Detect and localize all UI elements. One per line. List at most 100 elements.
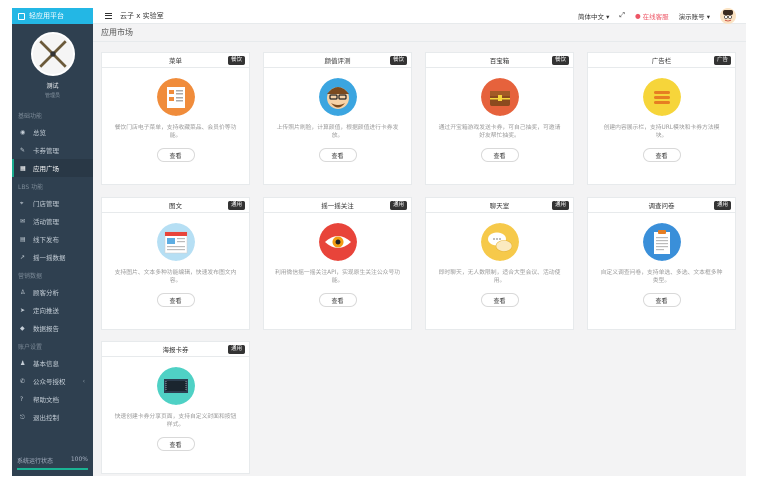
card-header: 百宝箱 餐饮: [426, 53, 573, 68]
sidebar-item-label: 基本信息: [33, 360, 59, 368]
help-icon: ?: [20, 395, 24, 403]
card-header: 调查问卷 通用: [588, 198, 735, 213]
face-icon: [318, 78, 357, 116]
account-menu[interactable]: 演示账号 ▾: [679, 11, 710, 21]
app-root: 轻应用平台 测试 管理员 基础功能 ◉ 总览 ✎ 卡券管理 ▦ 应用广场 LBS 功能 ⌖ 门店管…: [0, 0, 758, 486]
sidebar-item[interactable]: ✆ 公众号授权 ‹: [12, 372, 93, 390]
person-icon: ♟: [20, 359, 26, 367]
main-content: 应用市场 菜单 餐饮 餐饮门店电子菜单，支持收藏菜品、会员价等功能。 查看 颜值…: [93, 24, 746, 476]
sidebar-item[interactable]: ? 帮助文档: [12, 390, 93, 408]
chart-icon: ↗: [20, 253, 26, 261]
card-title: 百宝箱: [489, 57, 510, 65]
wechat-icon: ✆: [20, 377, 26, 385]
sidebar-item-label: 退出控制: [33, 414, 59, 422]
coupon-icon: ✎: [20, 146, 26, 154]
card-header: 菜单 餐饮: [102, 53, 249, 68]
card-header: 海报卡券 通用: [102, 342, 249, 357]
card-title: 摇一摇关注: [321, 202, 354, 210]
sidebar-item[interactable]: ◆ 数据报告: [12, 319, 93, 337]
view-button[interactable]: 查看: [156, 293, 195, 307]
category-badge: 广告: [713, 56, 731, 65]
sidebar-item[interactable]: ✎ 卡券管理: [12, 141, 93, 159]
page-title: 应用市场: [101, 28, 133, 37]
view-button[interactable]: 查看: [642, 293, 681, 307]
card-header: 颜值评测 餐饮: [264, 53, 411, 68]
card-title: 图文: [169, 202, 182, 210]
view-button[interactable]: 查看: [156, 437, 195, 451]
poster-icon: [156, 367, 195, 405]
sidebar-item[interactable]: ➤ 定向推送: [12, 301, 93, 319]
card-description: 即时聊天，无人数限制，适合大型会议、活动使用。: [438, 270, 561, 284]
menu-icon: [156, 78, 195, 116]
view-button[interactable]: 查看: [318, 293, 357, 307]
app-card: 聊天室 通用 即时聊天，无人数限制，适合大型会议、活动使用。 查看: [425, 197, 574, 330]
app-card: 图文 通用 支持图片、文本多种功能编辑，快速发布图文内容。 查看: [101, 197, 250, 330]
app-card: 调查问卷 通用 自定义调查问卷，支持单选、多选、文本框多种类型。 查看: [587, 197, 736, 330]
header-actions: 简体中文 ▾ ⤢ ● 在线客服 演示账号 ▾: [578, 7, 746, 24]
diamond-icon: ◆: [20, 324, 25, 332]
card-title: 颜值评测: [324, 57, 351, 65]
sidebar-item[interactable]: ◉ 总览: [12, 123, 93, 141]
account-label: 演示账号: [678, 12, 705, 21]
card-title: 调查问卷: [648, 202, 675, 210]
brand[interactable]: 轻应用平台: [12, 8, 93, 24]
ad-icon: [642, 78, 681, 116]
online-service-link[interactable]: ● 在线客服: [635, 11, 669, 21]
chat-icon: [480, 223, 519, 261]
app-card: 颜值评测 餐饮 上传照片刷脸，计算颜值，根据颜值进行卡券发放。 查看: [263, 52, 412, 185]
sidebar-item-label: 门店管理: [33, 200, 59, 208]
category-badge: 通用: [227, 201, 245, 210]
sidebar-item[interactable]: ⌖ 门店管理: [12, 194, 93, 212]
sidebar-item[interactable]: ✉ 活动管理: [12, 212, 93, 230]
sidebar-item[interactable]: ↗ 摇一摇数据: [12, 248, 93, 266]
sidebar-item[interactable]: ▤ 线下发布: [12, 230, 93, 248]
system-status: 系统运行状态 100%: [12, 456, 93, 470]
sidebar-item[interactable]: ♙ 顾客分析: [12, 283, 93, 301]
sidebar-section-title: 基础功能: [18, 113, 43, 120]
view-button[interactable]: 查看: [318, 148, 357, 162]
status-label: 系统运行状态: [17, 458, 54, 465]
sidebar-item[interactable]: ▦ 应用广场: [12, 159, 93, 177]
sidebar-item-label: 帮助文档: [33, 396, 59, 404]
sidebar-item-label: 应用广场: [33, 165, 59, 173]
eye-icon: [318, 223, 357, 261]
view-button[interactable]: 查看: [480, 148, 519, 162]
sidebar-section-title: LBS 功能: [18, 184, 44, 191]
user-avatar[interactable]: [720, 7, 736, 24]
service-label: 在线客服: [642, 12, 669, 21]
category-badge: 餐饮: [227, 56, 245, 65]
sidebar-section-title: 营销数据: [18, 273, 43, 280]
sidebar: 轻应用平台 测试 管理员 基础功能 ◉ 总览 ✎ 卡券管理 ▦ 应用广场 LBS 功能 ⌖ 门店管…: [12, 8, 93, 476]
category-badge: 通用: [713, 201, 731, 210]
card-header: 摇一摇关注 通用: [264, 198, 411, 213]
sidebar-nav: 基础功能 ◉ 总览 ✎ 卡券管理 ▦ 应用广场 LBS 功能 ⌖ 门店管理 ✉ 活动管理 ▤ 线下发布 ↗ 摇…: [12, 106, 93, 426]
top-header: 云子 x 实验室 简体中文 ▾ ⤢ ● 在线客服 演示账号 ▾: [93, 7, 746, 24]
sidebar-item-label: 定向推送: [33, 307, 59, 315]
caret-down-icon: ▾: [706, 12, 710, 21]
card-description: 自定义调查问卷，支持单选、多选、文本框多种类型。: [600, 270, 723, 284]
app-card: 百宝箱 餐饮 通过开宝箱游戏发送卡券，可自己抽奖，可邀请好友帮忙抽奖。 查看: [425, 52, 574, 185]
chevron-left-icon: ‹: [82, 377, 85, 385]
grid-icon: ▦: [20, 164, 26, 172]
card-title: 聊天室: [489, 202, 510, 210]
view-button[interactable]: 查看: [642, 148, 681, 162]
sidebar-item-label: 公众号授权: [33, 378, 66, 386]
sidebar-item[interactable]: ♟ 基本信息: [12, 354, 93, 372]
language-select[interactable]: 简体中文 ▾: [578, 11, 609, 21]
treasure-icon: [480, 78, 519, 116]
category-badge: 通用: [551, 201, 569, 210]
sidebar-item-label: 活动管理: [33, 218, 59, 226]
app-card: 菜单 餐饮 餐饮门店电子菜单，支持收藏菜品、会员价等功能。 查看: [101, 52, 250, 185]
status-progress-bar: [17, 468, 88, 470]
sidebar-item[interactable]: ⎋ 退出控制: [12, 408, 93, 426]
title-divider: [93, 41, 746, 42]
fullscreen-icon[interactable]: ⤢: [619, 11, 625, 20]
avatar[interactable]: [30, 32, 75, 76]
language-label: 简体中文: [578, 12, 605, 21]
menu-toggle-icon[interactable]: [105, 12, 112, 19]
view-button[interactable]: 查看: [480, 293, 519, 307]
avatar-face-icon: [720, 7, 736, 24]
view-button[interactable]: 查看: [156, 148, 195, 162]
list-icon: ▤: [20, 235, 26, 243]
avatar-image-icon: [32, 34, 73, 74]
